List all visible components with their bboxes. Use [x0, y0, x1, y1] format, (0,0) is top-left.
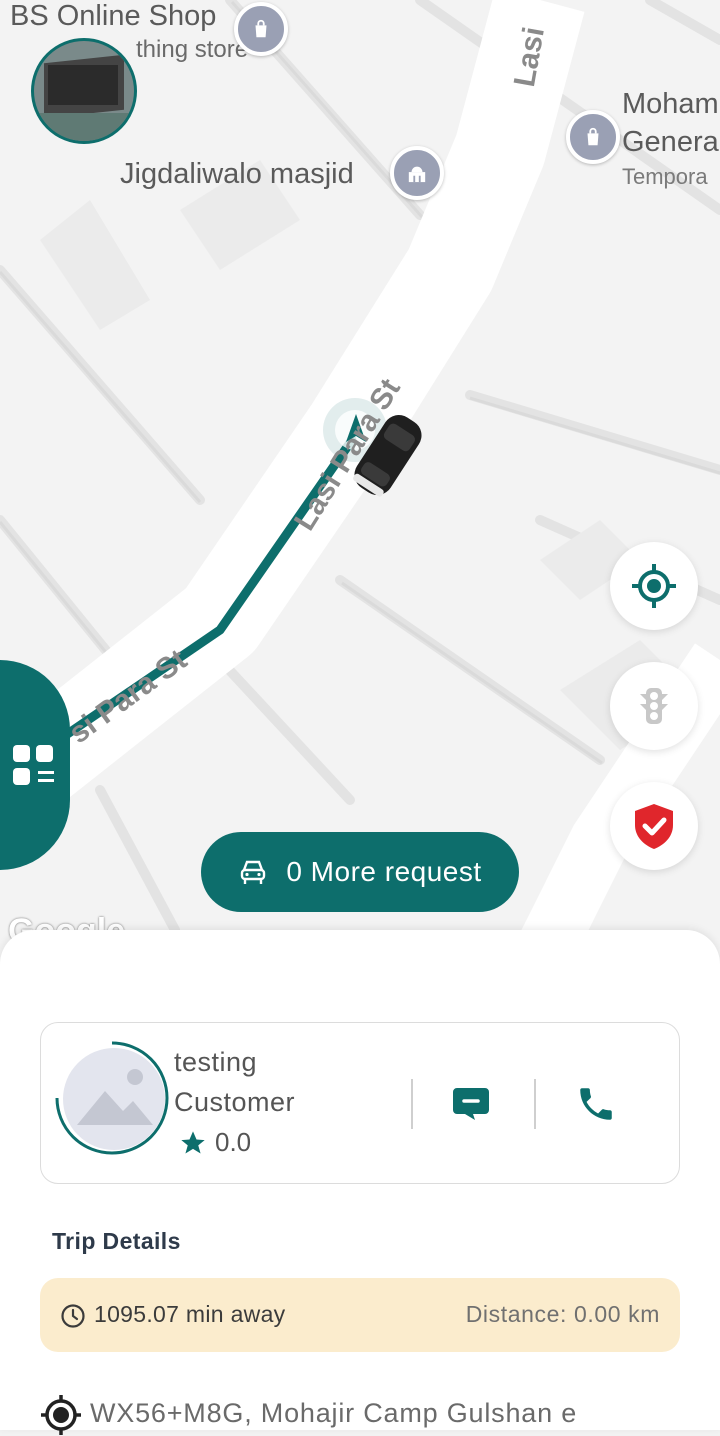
poi-label-store2-line3: Tempora [622, 164, 708, 189]
star-icon [181, 1130, 205, 1153]
car-icon [241, 860, 266, 884]
customer-role: Customer [174, 1087, 296, 1117]
message-button[interactable] [446, 1079, 496, 1129]
shield-check-icon [635, 804, 673, 849]
divider-2 [534, 1079, 536, 1129]
poi-label-store2-line1: Moham [622, 88, 719, 120]
traffic-light-icon [640, 688, 668, 724]
clock-icon [61, 1304, 85, 1328]
customer-rating: 0.0 [179, 1127, 251, 1158]
more-request-label: 0 More request [286, 856, 482, 887]
poi-label-shop-sub: thing store [136, 36, 249, 63]
mosque-icon[interactable] [390, 146, 444, 200]
safety-button[interactable] [610, 782, 698, 870]
shopping-bag-icon-2[interactable] [566, 110, 620, 164]
more-request-button[interactable]: 0 More request [201, 832, 519, 912]
eta-text: 1095.07 min away [94, 1301, 286, 1327]
grid-menu-icon [13, 745, 57, 789]
chat-icon [453, 1088, 489, 1120]
traffic-toggle-button[interactable] [610, 662, 698, 750]
eta-bar: 1095.07 min away Distance: 0.00 km [40, 1278, 680, 1352]
pickup-address: WX56+M8G, Mohajir Camp Gulshan e [90, 1398, 578, 1428]
divider [411, 1079, 413, 1129]
avatar [55, 1041, 169, 1155]
rating-value: 0.0 [215, 1127, 252, 1157]
my-location-button[interactable] [610, 542, 698, 630]
trip-bottom-sheet: testing Customer 0.0 Trip Details 1095.0… [0, 930, 720, 1435]
phone-icon [580, 1088, 612, 1120]
customer-card: testing Customer 0.0 [40, 1022, 680, 1184]
call-button[interactable] [571, 1079, 621, 1129]
place-photo-thumbnail[interactable] [31, 38, 137, 144]
poi-label-masjid: Jigdaliwalo masjid [120, 158, 354, 190]
map-view[interactable]: Lasi Lasi Para St si Para St BS Online S… [0, 0, 720, 960]
shopping-bag-icon[interactable] [234, 2, 288, 56]
poi-label-store2-line2: Genera [622, 126, 719, 158]
crosshair-icon [632, 564, 676, 608]
customer-name: testing [174, 1047, 258, 1077]
distance-text: Distance: 0.00 km [465, 1301, 660, 1327]
poi-label-shop: BS Online Shop [10, 0, 217, 32]
trip-details-title: Trip Details [52, 1228, 181, 1254]
